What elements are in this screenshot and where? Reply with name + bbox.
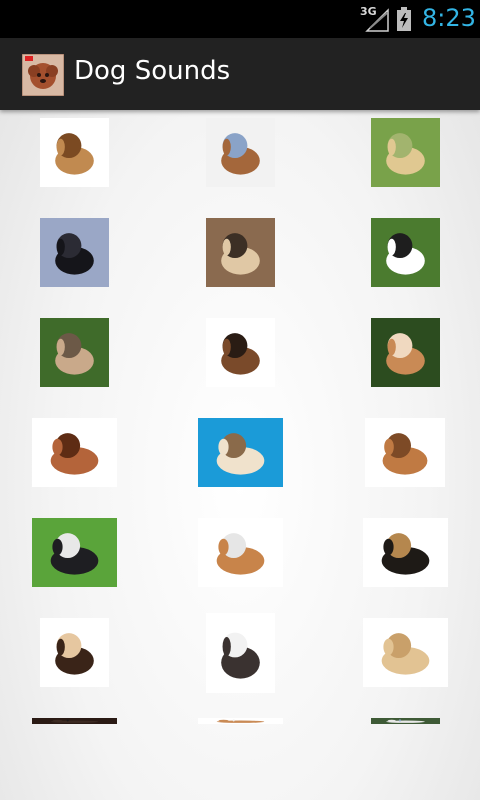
network-signal-icon: 3G	[360, 5, 390, 32]
action-bar: Dog Sounds	[0, 38, 480, 110]
dog-image-5[interactable]	[206, 218, 275, 287]
dog-image-20[interactable]	[198, 718, 283, 724]
dog-image-8[interactable]	[206, 318, 275, 387]
clock-time: 8:23	[422, 4, 476, 32]
dog-image-21[interactable]	[371, 718, 440, 724]
dog-image-1[interactable]	[40, 118, 109, 187]
app-title: Dog Sounds	[74, 56, 231, 86]
dog-image-16[interactable]	[40, 618, 109, 687]
dog-image-15[interactable]	[363, 518, 448, 587]
status-bar: 3G 8:23	[0, 0, 480, 38]
dog-image-2[interactable]	[206, 118, 275, 187]
battery-charging-icon	[396, 7, 412, 31]
dog-image-19[interactable]	[32, 718, 117, 724]
dog-image-11[interactable]	[198, 418, 283, 487]
dog-image-grid	[0, 110, 480, 724]
dog-image-18[interactable]	[363, 618, 448, 687]
dog-image-14[interactable]	[198, 518, 283, 587]
dog-image-7[interactable]	[40, 318, 109, 387]
dog-image-6[interactable]	[371, 218, 440, 287]
dog-image-4[interactable]	[40, 218, 109, 287]
dog-image-17[interactable]	[206, 613, 275, 693]
poodle-app-icon[interactable]	[21, 53, 65, 97]
dog-image-10[interactable]	[32, 418, 117, 487]
dog-image-9[interactable]	[371, 318, 440, 387]
dog-image-3[interactable]	[371, 118, 440, 187]
dog-image-13[interactable]	[32, 518, 117, 587]
dog-image-12[interactable]	[365, 418, 445, 487]
